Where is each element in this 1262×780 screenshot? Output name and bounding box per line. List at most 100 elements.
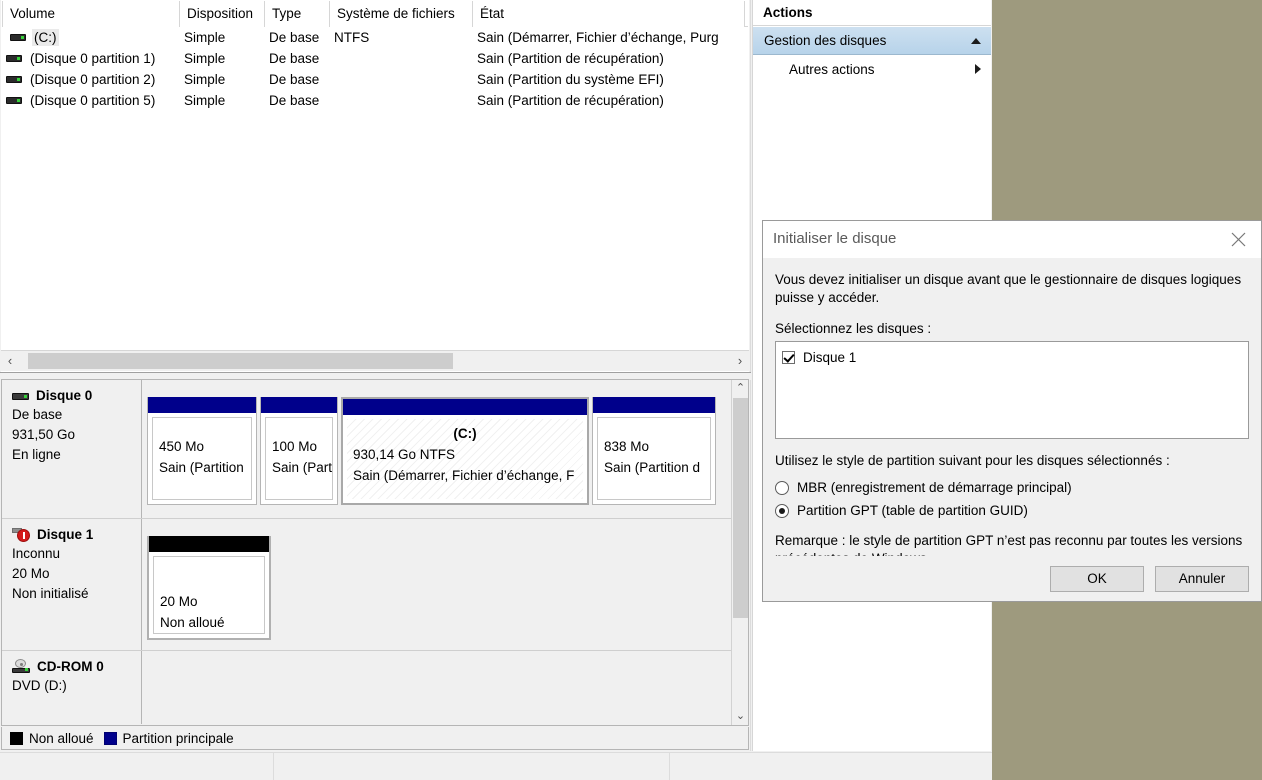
partition-block[interactable]: 100 Mo Sain (Parti [260,397,338,505]
column-header-type[interactable]: Type [265,1,330,27]
volume-cell-disposition: Simple [184,30,226,45]
volume-label: (C:) [32,29,59,46]
initialize-disk-dialog: Initialiser le disque Vous devez initial… [762,220,1262,602]
partition-size: 930,14 Go NTFS [353,447,456,462]
partition-details: 838 Mo Sain (Partition d [597,417,711,500]
partition-size: 100 Mo [272,439,318,454]
table-row[interactable]: (C:) Simple De base NTFS Sain (Démarrer,… [2,27,748,48]
status-segment-3 [670,753,992,780]
volume-cell-state: Sain (Démarrer, Fichier d’échange, Purg [477,30,719,45]
disk-management-pane: Volume Disposition Type Système de fichi… [0,0,751,751]
disk-checkbox[interactable] [782,351,795,364]
partition-state: Sain (Partition [159,460,244,475]
volume-cell-state: Sain (Partition de récupération) [477,51,664,66]
volume-cell-name: (Disque 0 partition 5) [2,90,180,111]
status-segment-2 [274,753,670,780]
disk-title-line: CD-ROM 0 [12,659,141,674]
scroll-left-arrow-icon[interactable]: ‹ [1,351,19,371]
chevron-right-icon[interactable] [975,64,981,74]
dialog-titlebar[interactable]: Initialiser le disque [763,221,1261,258]
table-row[interactable]: (Disque 0 partition 2) Simple De base Sa… [2,69,748,90]
volume-cell-name: (C:) [2,27,180,48]
disk-meta-size: 931,50 Go [12,427,76,442]
scrollbar-track[interactable] [19,351,731,371]
dialog-select-disks-label: Sélectionnez les disques : [775,321,932,336]
disk-meta-type: Inconnu [12,546,61,561]
cancel-button[interactable]: Annuler [1155,565,1249,592]
list-item[interactable]: Disque 1 [782,348,1248,367]
hard-disk-icon [6,53,22,64]
disk-row-cdrom-0[interactable]: CD-ROM 0 DVD (D:) [2,651,732,724]
volume-label: (Disque 0 partition 2) [30,72,156,87]
graphical-view-vertical-scrollbar[interactable]: ⌃ ⌄ [731,380,748,725]
action-item-label: Autres actions [789,61,875,77]
chevron-up-icon[interactable] [971,37,981,44]
volume-list-rows: (C:) Simple De base NTFS Sain (Démarrer,… [2,27,748,347]
disk-selection-listbox[interactable]: Disque 1 [775,341,1249,439]
mbr-radio-button[interactable] [775,480,789,495]
volume-cell-disposition: Simple [184,72,226,87]
volume-cell-disposition: Simple [184,51,226,66]
volume-cell-filesystem [330,90,473,111]
legend-label: Non alloué [29,730,94,746]
hard-disk-icon [10,32,26,43]
status-bar [0,752,992,780]
partition-size: 450 Mo [159,439,205,454]
table-row[interactable]: (Disque 0 partition 5) Simple De base Sa… [2,90,748,111]
column-header-state[interactable]: État [473,1,745,27]
legend-item-primary-partition: Partition principale [103,731,234,746]
partition-state: Non alloué [160,615,225,630]
scrollbar-thumb[interactable] [733,398,748,618]
scroll-right-arrow-icon[interactable]: › [731,351,749,371]
partition-color-bar [343,399,587,415]
radio-option-gpt[interactable]: Partition GPT (table de partition GUID) [775,499,1249,522]
action-group-disk-management[interactable]: Gestion des disques [753,26,991,55]
graphical-disk-view: Disque 0 De base 931,50 Go En ligne 450 … [1,379,749,726]
partition-block[interactable]: 450 Mo Sain (Partition [147,397,257,505]
hard-disk-icon [12,390,29,402]
disk-name: CD-ROM 0 [37,659,104,674]
ok-button[interactable]: OK [1050,565,1144,592]
disk-title-line: Disque 0 [12,388,141,403]
column-header-volume[interactable]: Volume [2,1,180,27]
disk-meta-status: En ligne [12,447,61,462]
partition-details: 20 Mo Non alloué [153,556,265,634]
volume-cell-filesystem: NTFS [334,30,370,45]
action-item-more-actions[interactable]: Autres actions [753,55,991,83]
volume-list-horizontal-scrollbar[interactable]: ‹ › [1,350,749,371]
column-header-filesystem[interactable]: Système de fichiers [330,1,473,27]
scroll-up-arrow-icon[interactable]: ⌃ [732,380,748,397]
disk-meta-status: Non initialisé [12,586,89,601]
disk-name: Disque 1 [37,527,94,542]
disk-meta-size: 20 Mo [12,566,50,581]
volume-cell-disposition: Simple [184,93,226,108]
volume-label: (Disque 0 partition 5) [30,93,156,108]
close-icon[interactable] [1216,221,1261,258]
table-row[interactable]: (Disque 0 partition 1) Simple De base Sa… [2,48,748,69]
volume-cell-type: De base [269,30,320,45]
partition-details: (C:) 930,14 Go NTFS Sain (Démarrer, Fich… [347,419,583,499]
partition-color-bar [149,536,269,552]
column-header-disposition[interactable]: Disposition [180,1,265,27]
partition-block-unallocated[interactable]: 20 Mo Non alloué [147,536,271,640]
legend-swatch-primary-icon [103,731,117,745]
gpt-radio-button[interactable] [775,503,789,518]
volume-cell-state: Sain (Partition de récupération) [477,93,664,108]
dialog-partition-style-label: Utilisez le style de partition suivant p… [775,453,1170,468]
volume-list[interactable]: Volume Disposition Type Système de fichi… [1,0,749,374]
partition-color-bar [593,397,715,413]
partition-block-selected[interactable]: (C:) 930,14 Go NTFS Sain (Démarrer, Fich… [341,397,589,505]
scrollbar-thumb[interactable] [28,353,453,369]
disk-row-disque-1[interactable]: Disque 1 Inconnu 20 Mo Non initialisé 20… [2,519,732,651]
disk-info-cdrom-0: CD-ROM 0 DVD (D:) [2,651,142,724]
partition-strip-disque-0: 450 Mo Sain (Partition 100 Mo Sain (Part… [142,380,732,518]
scroll-down-arrow-icon[interactable]: ⌄ [732,708,748,725]
radio-option-mbr[interactable]: MBR (enregistrement de démarrage princip… [775,476,1249,499]
dialog-body: Vous devez initialiser un disque avant q… [763,258,1261,566]
disk-meta-media: DVD (D:) [12,678,67,693]
action-group-label: Gestion des disques [764,33,887,48]
disk-row-disque-0[interactable]: Disque 0 De base 931,50 Go En ligne 450 … [2,380,732,519]
partition-block[interactable]: 838 Mo Sain (Partition d [592,397,716,505]
disk-info-disque-1: Disque 1 Inconnu 20 Mo Non initialisé [2,519,142,650]
partition-state: Sain (Parti [272,460,333,475]
